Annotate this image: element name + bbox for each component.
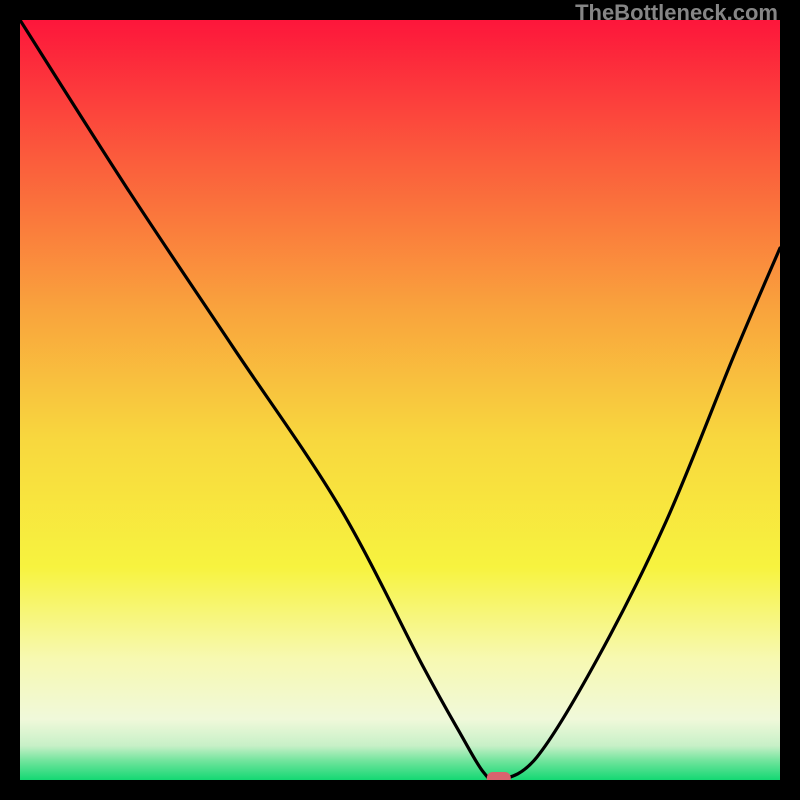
gradient-background [20,20,780,780]
optimal-marker [487,772,511,780]
bottleneck-chart [20,20,780,780]
